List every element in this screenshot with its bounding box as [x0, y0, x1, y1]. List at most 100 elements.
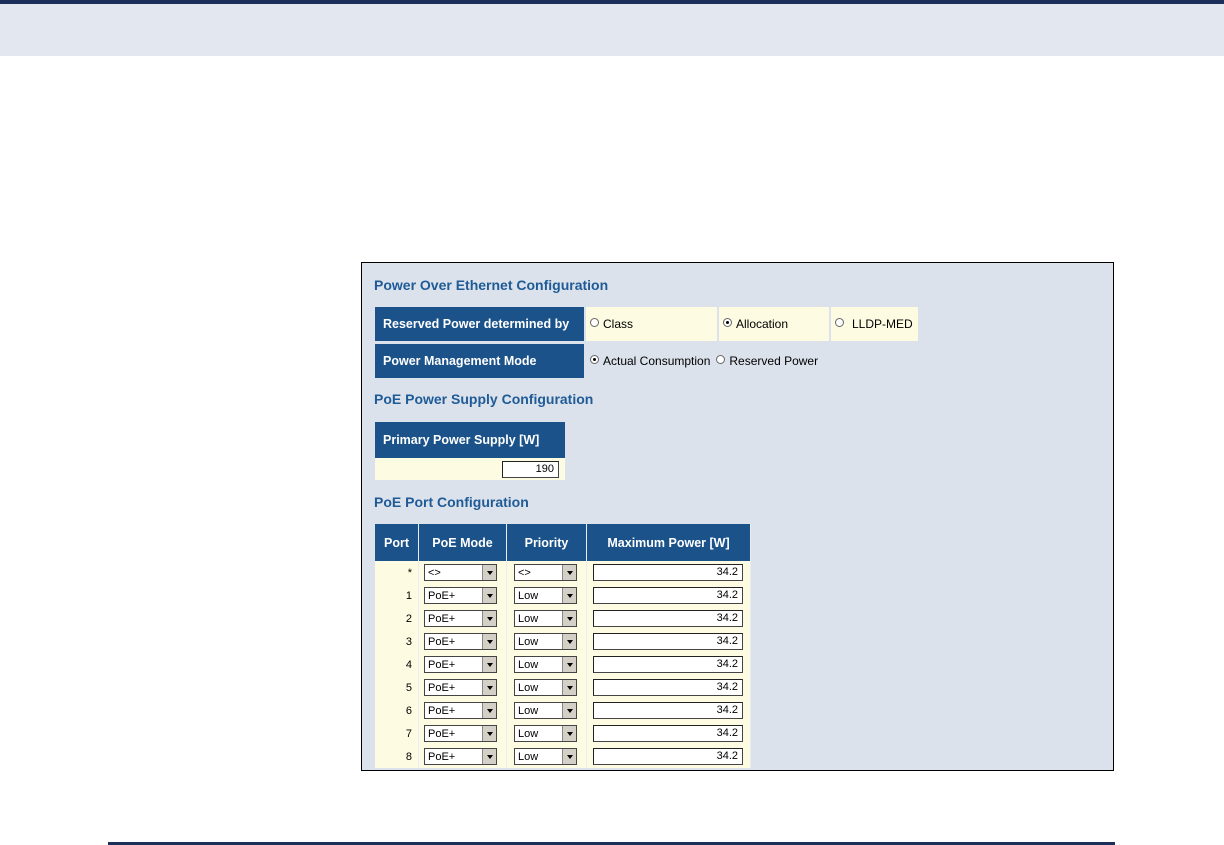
page-title: Power Over Ethernet Configuration	[374, 277, 609, 293]
table-row: 8 PoE+ Low 34.2	[375, 745, 751, 768]
poe-mode-select[interactable]: PoE+	[424, 610, 497, 627]
poe-mode-value: PoE+	[428, 589, 456, 602]
max-power-input[interactable]: 34.2	[593, 564, 743, 581]
priority-select[interactable]: Low	[514, 656, 577, 673]
port-section-title: PoE Port Configuration	[374, 494, 529, 510]
priority-cell: Low	[507, 676, 587, 699]
max-power-input[interactable]: 34.2	[593, 656, 743, 673]
col-port: Port	[375, 524, 419, 561]
radio-allocation[interactable]: Allocation	[719, 307, 829, 341]
power-mgmt-label: Power Management Mode	[375, 344, 584, 378]
poe-mode-select[interactable]: PoE+	[424, 725, 497, 742]
chevron-down-icon[interactable]	[482, 634, 496, 649]
port-number: 4	[375, 653, 419, 676]
max-power-input[interactable]: 34.2	[593, 725, 743, 742]
chevron-down-icon[interactable]	[562, 611, 576, 626]
table-row: 1 PoE+ Low 34.2	[375, 584, 751, 607]
radio-lldp-med-label: LLDP-MED	[852, 317, 913, 331]
poe-mode-value: PoE+	[428, 727, 456, 740]
poe-mode-cell: PoE+	[419, 722, 507, 745]
supply-table: Primary Power Supply [W] 190	[375, 422, 565, 480]
chevron-down-icon[interactable]	[562, 565, 576, 580]
radio-class[interactable]: Class	[586, 307, 717, 341]
port-number: 7	[375, 722, 419, 745]
radio-actual-consumption-icon[interactable]	[590, 354, 599, 364]
port-number: 5	[375, 676, 419, 699]
chevron-down-icon[interactable]	[482, 680, 496, 695]
priority-value: <>	[518, 566, 531, 579]
supply-header: Primary Power Supply [W]	[375, 422, 565, 458]
priority-cell: <>	[507, 561, 587, 584]
priority-cell: Low	[507, 653, 587, 676]
poe-mode-select[interactable]: PoE+	[424, 587, 497, 604]
priority-select[interactable]: Low	[514, 633, 577, 650]
power-mgmt-row: Power Management Mode Actual Consumption…	[375, 344, 818, 378]
priority-value: Low	[518, 658, 539, 671]
radio-class-icon[interactable]	[590, 317, 599, 327]
radio-actual-consumption[interactable]: Actual Consumption	[584, 344, 710, 378]
radio-class-label: Class	[603, 317, 634, 331]
port-number: 6	[375, 699, 419, 722]
col-max-power: Maximum Power [W]	[587, 524, 751, 561]
max-power-cell: 34.2	[587, 584, 751, 607]
priority-select[interactable]: Low	[514, 610, 577, 627]
max-power-cell: 34.2	[587, 676, 751, 699]
radio-allocation-icon[interactable]	[723, 317, 732, 327]
max-power-input[interactable]: 34.2	[593, 587, 743, 604]
max-power-input[interactable]: 34.2	[593, 702, 743, 719]
radio-lldp-med[interactable]: LLDP-MED	[831, 307, 918, 341]
chevron-down-icon[interactable]	[562, 588, 576, 603]
chevron-down-icon[interactable]	[482, 749, 496, 764]
table-row: 7 PoE+ Low 34.2	[375, 722, 751, 745]
chevron-down-icon[interactable]	[482, 565, 496, 580]
radio-reserved-power-icon[interactable]	[716, 354, 726, 364]
max-power-input[interactable]: 34.2	[593, 610, 743, 627]
port-number: 1	[375, 584, 419, 607]
poe-mode-select[interactable]: PoE+	[424, 748, 497, 765]
chevron-down-icon[interactable]	[482, 611, 496, 626]
port-table-header: Port PoE Mode Priority Maximum Power [W]	[375, 524, 751, 561]
chevron-down-icon[interactable]	[562, 680, 576, 695]
chevron-down-icon[interactable]	[482, 726, 496, 741]
chevron-down-icon[interactable]	[562, 634, 576, 649]
radio-allocation-label: Allocation	[736, 317, 789, 331]
max-power-cell: 34.2	[587, 653, 751, 676]
poe-mode-select[interactable]: PoE+	[424, 679, 497, 696]
chevron-down-icon[interactable]	[482, 588, 496, 603]
primary-supply-input[interactable]: 190	[502, 460, 559, 478]
priority-cell: Low	[507, 630, 587, 653]
priority-select[interactable]: Low	[514, 702, 577, 719]
chevron-down-icon[interactable]	[482, 703, 496, 718]
priority-select[interactable]: Low	[514, 587, 577, 604]
poe-mode-cell: PoE+	[419, 653, 507, 676]
priority-select[interactable]: Low	[514, 748, 577, 765]
chevron-down-icon[interactable]	[562, 749, 576, 764]
priority-select[interactable]: Low	[514, 679, 577, 696]
max-power-input[interactable]: 34.2	[593, 748, 743, 765]
poe-mode-select[interactable]: <>	[424, 564, 497, 581]
poe-mode-value: <>	[428, 566, 441, 579]
chevron-down-icon[interactable]	[482, 657, 496, 672]
max-power-input[interactable]: 34.2	[593, 679, 743, 696]
priority-cell: Low	[507, 699, 587, 722]
poe-mode-value: PoE+	[428, 750, 456, 763]
poe-mode-select[interactable]: PoE+	[424, 633, 497, 650]
priority-select[interactable]: <>	[514, 564, 577, 581]
priority-select[interactable]: Low	[514, 725, 577, 742]
poe-mode-select[interactable]: PoE+	[424, 702, 497, 719]
radio-reserved-power[interactable]: Reserved Power	[710, 344, 818, 378]
reserved-power-row: Reserved Power determined by Class Alloc…	[375, 307, 918, 341]
port-number: 2	[375, 607, 419, 630]
poe-mode-select[interactable]: PoE+	[424, 656, 497, 673]
table-row: 3 PoE+ Low 34.2	[375, 630, 751, 653]
table-row: 4 PoE+ Low 34.2	[375, 653, 751, 676]
chevron-down-icon[interactable]	[562, 657, 576, 672]
poe-mode-cell: PoE+	[419, 584, 507, 607]
priority-cell: Low	[507, 745, 587, 768]
chevron-down-icon[interactable]	[562, 703, 576, 718]
radio-lldp-med-icon[interactable]	[835, 317, 844, 327]
max-power-input[interactable]: 34.2	[593, 633, 743, 650]
poe-mode-value: PoE+	[428, 635, 456, 648]
chevron-down-icon[interactable]	[562, 726, 576, 741]
poe-mode-cell: PoE+	[419, 607, 507, 630]
